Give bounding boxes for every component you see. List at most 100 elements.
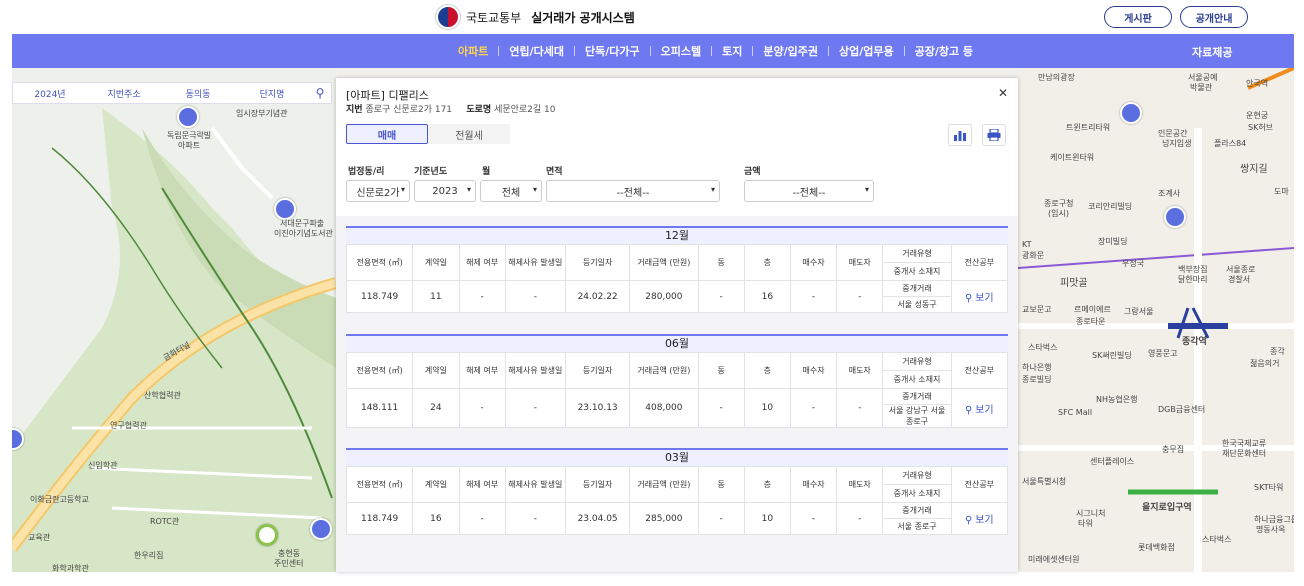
col-floor: 층 <box>743 244 791 281</box>
cell-deal-type: 중개거래 <box>882 388 952 405</box>
nav-land[interactable]: 토지 <box>712 43 752 59</box>
cell-cancel-date: - <box>504 280 566 313</box>
nav-data-provision[interactable]: 자료제공 <box>1192 44 1232 60</box>
cell-broker: 서울 강남구 서울 종로구 <box>882 404 952 428</box>
tab-rent[interactable]: 전월세 <box>428 124 510 144</box>
nav-commercial[interactable]: 상업/업무용 <box>829 43 904 59</box>
nav-apartment[interactable]: 아파트 <box>448 43 498 59</box>
col-ledger: 전산공부 <box>950 244 1009 281</box>
nav-officetel[interactable]: 오피스텔 <box>651 43 711 59</box>
nav-factory[interactable]: 공장/창고 등 <box>905 43 983 59</box>
search-icon[interactable]: ⚲ <box>309 86 331 100</box>
search-icon: ⚲ <box>965 293 973 304</box>
filter-complex[interactable]: 단지명 <box>235 87 309 100</box>
filter-year[interactable]: 2024년 <box>13 87 87 100</box>
transaction-list: 12월 전용면적 (㎡) 계약일 해제 여부 해제사유 발생일 등기일자 거래금… <box>336 216 1018 572</box>
cell-price: 408,000 <box>629 388 699 428</box>
nav-row-house[interactable]: 연립/다세대 <box>499 43 574 59</box>
col-broker-loc: 중개사 소재지 <box>882 262 952 281</box>
chevron-down-icon: ▾ <box>466 185 471 194</box>
apartment-marker[interactable] <box>274 198 296 220</box>
area-select-value: --전체-- <box>616 187 650 199</box>
chart-icon[interactable] <box>948 124 972 146</box>
col-cancel-date: 해제사유 발생일 <box>504 244 566 281</box>
month-section: 12월 전용면적 (㎡) 계약일 해제 여부 해제사유 발생일 등기일자 거래금… <box>345 226 1009 313</box>
map-label: 박물관 <box>1190 83 1213 92</box>
cell-day: 11 <box>412 280 460 313</box>
site-logo[interactable]: 국토교통부 실거래가 공개시스템 <box>436 5 635 29</box>
map-label: 도마 <box>1274 187 1289 196</box>
map-label: 을지로입구역 <box>1142 503 1192 513</box>
map-label: 닭한마리 <box>1178 275 1208 284</box>
transaction-table: 전용면적 (㎡) 계약일 해제 여부 해제사유 발생일 등기일자 거래금액 (만… <box>345 352 1009 428</box>
map-label: 한우리집 <box>134 551 164 560</box>
cluster-marker[interactable] <box>256 524 278 546</box>
map-label: 이진아기념도서관 <box>274 229 333 238</box>
map-label: SKT타워 <box>1254 483 1284 492</box>
nav-detached-house[interactable]: 단독/다가구 <box>575 43 650 59</box>
filter-dong[interactable]: 동의동 <box>161 87 235 100</box>
col-dong: 동 <box>697 244 745 281</box>
area-select[interactable]: --전체-- ▾ <box>546 180 720 202</box>
cell-day: 16 <box>412 502 460 535</box>
cell-cancel-date: - <box>504 388 566 428</box>
dong-select[interactable]: 신문로2가 ▾ <box>346 180 410 202</box>
map-label: 센터플레이스 <box>1090 457 1135 466</box>
tab-sale[interactable]: 매매 <box>346 124 428 144</box>
transaction-table: 전용면적 (㎡) 계약일 해제 여부 해제사유 발생일 등기일자 거래금액 (만… <box>345 244 1009 313</box>
view-ledger-button[interactable]: ⚲ 보기 <box>950 280 1009 313</box>
map-label: SFC Mall <box>1058 408 1093 417</box>
nav-presale[interactable]: 분양/입주권 <box>753 43 828 59</box>
price-select[interactable]: --전체-- ▾ <box>744 180 874 202</box>
panel-address: 지번 종로구 신문로2가 171 도로명 세문안로2길 10 <box>346 102 556 115</box>
main-nav: 아파트 연립/다세대 단독/다가구 오피스텔 토지 분양/입주권 상업/업무용 … <box>12 34 1294 68</box>
map-left[interactable]: 독립문극락빌 아파트 서대문구파출 이진아기념도서관 임시장부기념관 금화터널 … <box>12 68 336 572</box>
col-broker-loc: 중개사 소재지 <box>882 370 952 389</box>
dong-label: 법정동/리 <box>348 167 385 177</box>
close-icon[interactable]: ✕ <box>998 86 1008 100</box>
transaction-detail-panel: [아파트] 디팰리스 ✕ 지번 종로구 신문로2가 171 도로명 세문안로2길… <box>336 78 1018 572</box>
cell-reg-date: 23.04.05 <box>564 502 631 535</box>
apartment-marker[interactable] <box>1164 206 1186 228</box>
notice-button[interactable]: 공개안내 <box>1180 6 1248 28</box>
board-button[interactable]: 게시판 <box>1104 6 1172 28</box>
col-reg-date: 등기일자 <box>564 244 631 281</box>
apartment-marker[interactable] <box>310 518 332 540</box>
col-seller: 매도자 <box>836 244 884 281</box>
col-broker-loc: 중개사 소재지 <box>882 484 952 503</box>
map-label: KT <box>1022 240 1032 249</box>
col-price: 거래금액 (만원) <box>629 244 699 281</box>
map-label: 르메이에르 <box>1074 305 1111 314</box>
cell-broker: 서울 성동구 <box>882 296 952 313</box>
month-select[interactable]: 전체 ▾ <box>480 180 542 202</box>
month-header: 12월 <box>346 226 1008 244</box>
cell-deal-type: 중개거래 <box>882 502 952 519</box>
road-label: 도로명 <box>466 105 492 115</box>
map-right[interactable]: 만남의광장 서울공예 박물관 트윈트리타워 인문공간 넝지입생 케이트윈타워 플… <box>1018 68 1294 572</box>
year-select[interactable]: 2023 ▾ <box>414 180 476 202</box>
col-area: 전용면적 (㎡) <box>345 352 414 389</box>
map-label: (임시) <box>1048 209 1069 218</box>
map-label: 임시장부기념관 <box>236 109 288 118</box>
map-label: 종로타운 <box>1076 317 1106 326</box>
col-floor: 층 <box>743 466 791 503</box>
print-icon[interactable] <box>982 124 1006 146</box>
cell-buyer: - <box>789 502 838 535</box>
col-cancel-date: 해제사유 발생일 <box>504 352 566 389</box>
view-label: 보기 <box>975 293 994 304</box>
filter-jibun[interactable]: 지번주소 <box>87 87 161 100</box>
view-ledger-button[interactable]: ⚲ 보기 <box>950 502 1009 535</box>
chevron-down-icon: ▾ <box>864 185 869 194</box>
search-icon: ⚲ <box>965 404 973 416</box>
cell-dong: - <box>697 388 745 428</box>
map-label: 장미빌딩 <box>1098 237 1128 246</box>
apartment-marker[interactable] <box>177 106 199 128</box>
map-label: 산학협력관 <box>144 391 181 400</box>
apartment-marker[interactable] <box>1120 102 1142 124</box>
map-label: 코리안리빌딩 <box>1088 202 1133 211</box>
map-label: 아파트 <box>178 141 201 150</box>
view-ledger-button[interactable]: ⚲ 보기 <box>950 388 1009 428</box>
cell-day: 24 <box>412 388 460 428</box>
map-label: 쌍지길 <box>1240 164 1268 175</box>
top-bar: 국토교통부 실거래가 공개시스템 게시판 공개안내 <box>0 0 1304 34</box>
